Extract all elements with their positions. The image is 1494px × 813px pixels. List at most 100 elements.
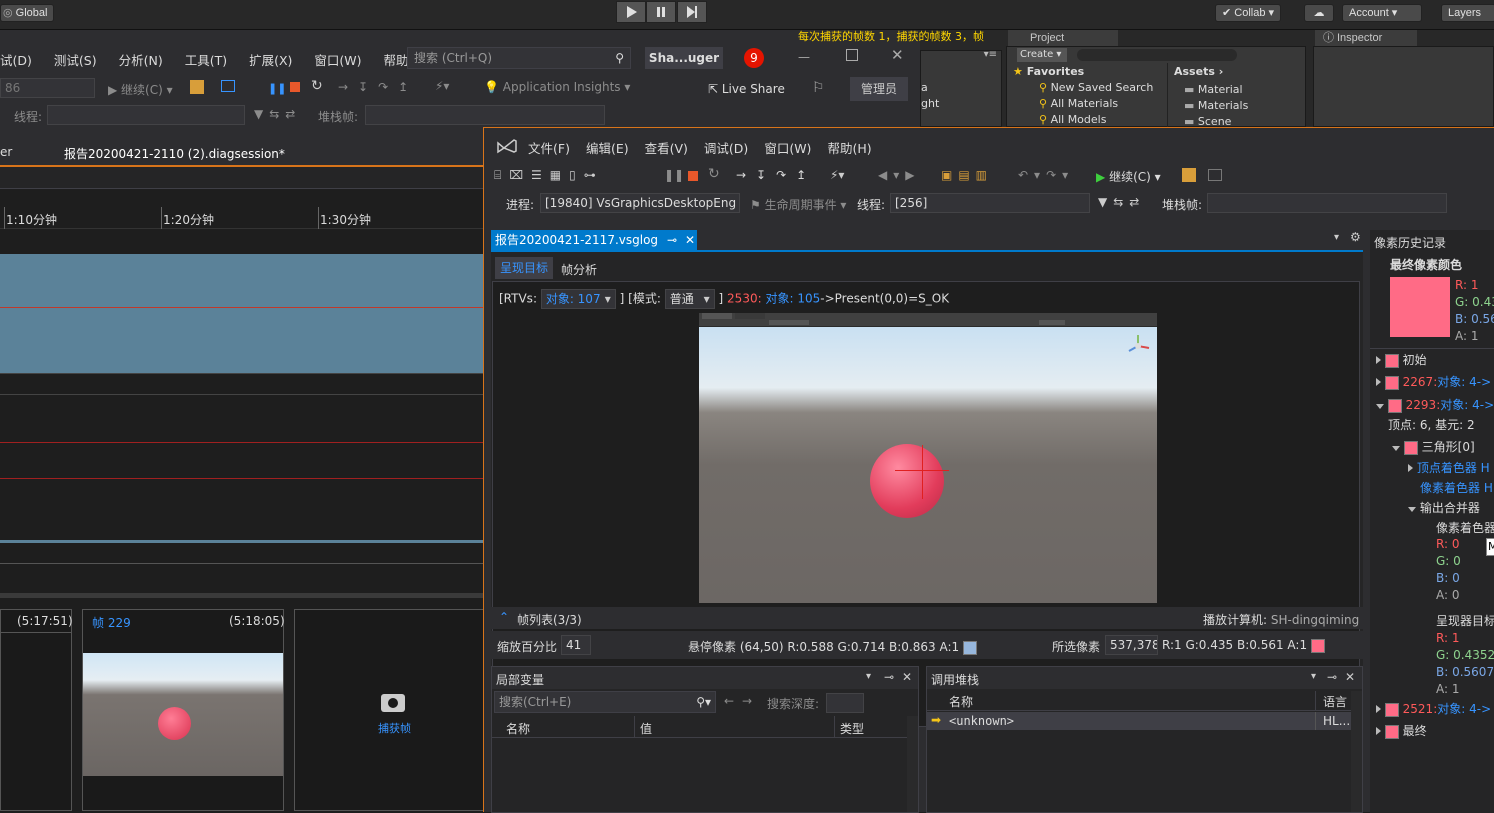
- favorite-item[interactable]: ⚲ New Saved Search: [1039, 81, 1153, 94]
- column-value[interactable]: 值: [640, 720, 652, 737]
- step-button[interactable]: [677, 1, 707, 23]
- scrollbar[interactable]: [1351, 691, 1362, 812]
- hot-reload-icon[interactable]: ⚡▾: [435, 79, 449, 93]
- filter-icons[interactable]: ▼⇆⇄: [1098, 195, 1145, 209]
- stackframe-dropdown[interactable]: [1207, 193, 1447, 213]
- restart-icon[interactable]: ↻: [311, 78, 323, 94]
- event-object[interactable]: 对象: 4->: [1440, 398, 1494, 412]
- rtv-object-dropdown[interactable]: 对象: 107 ▾: [540, 289, 616, 309]
- hot-reload-icon[interactable]: ⚡▾: [830, 168, 844, 182]
- menu-tools[interactable]: 工具(T): [185, 53, 227, 68]
- menu-debug[interactable]: 调试(D): [704, 141, 748, 156]
- chevron-up-icon[interactable]: ⌃: [499, 610, 509, 624]
- open-save-icons[interactable]: ▣▤▥: [941, 168, 993, 182]
- history-final[interactable]: 最终: [1376, 722, 1427, 739]
- continue-button[interactable]: ▶ 继续(C) ▾: [1096, 168, 1161, 185]
- output-merger-node[interactable]: 输出合并器: [1408, 499, 1480, 516]
- create-dropdown[interactable]: Create ▾: [1017, 48, 1067, 62]
- thread-dropdown[interactable]: [47, 105, 245, 125]
- assets-header[interactable]: Assets ›: [1174, 65, 1223, 78]
- global-toggle[interactable]: ◎ Global: [0, 4, 55, 22]
- hierarchy-item[interactable]: a: [921, 81, 928, 94]
- scrollbar[interactable]: [907, 716, 918, 812]
- app-insights-button[interactable]: 💡 Application Insights ▾: [484, 80, 630, 94]
- graphics-toolbar-left[interactable]: ⌸⌧☰▦▯⊶: [494, 168, 604, 183]
- m-box[interactable]: M: [1486, 538, 1494, 556]
- column-language[interactable]: 语言: [1323, 693, 1347, 710]
- stackframe-dropdown[interactable]: [365, 105, 605, 125]
- process-dropdown[interactable]: [19840] VsGraphicsDesktopEng: [540, 193, 740, 213]
- filter-icons[interactable]: ▼⇆⇄: [254, 107, 301, 121]
- event-object[interactable]: 对象: 4->: [1437, 702, 1491, 716]
- restart-icon[interactable]: ↻: [708, 166, 720, 182]
- step-icons[interactable]: →↧↷↥: [338, 80, 418, 94]
- zoom-input[interactable]: 41: [561, 635, 591, 655]
- history-event-2293[interactable]: 2293:对象: 4->: [1376, 396, 1494, 413]
- history-event-2267[interactable]: 2267:对象: 4->: [1376, 373, 1491, 390]
- pause-button[interactable]: [646, 1, 676, 23]
- navigate-icons[interactable]: ◀▾▶: [878, 168, 920, 182]
- menu-debug[interactable]: 试(D): [0, 53, 32, 68]
- tab-dropdown-icon[interactable]: ▾: [1334, 232, 1339, 243]
- dropdown-icon[interactable]: ▾: [1311, 671, 1316, 682]
- pixel-shader-link[interactable]: 像素着色器 H: [1420, 479, 1493, 496]
- play-button[interactable]: [616, 1, 646, 23]
- step-icons[interactable]: →↧↷↥: [736, 168, 816, 182]
- screenshot-icon[interactable]: [221, 80, 235, 92]
- menu-edit[interactable]: 编辑(E): [586, 141, 629, 156]
- account-dropdown[interactable]: Account ▾: [1342, 4, 1422, 22]
- pin-icon[interactable]: ⊸: [1327, 670, 1337, 684]
- tab-frame-analysis[interactable]: 帧分析: [561, 261, 597, 278]
- dropdown-icon[interactable]: ▾: [866, 671, 871, 682]
- vertex-shader-node[interactable]: 顶点着色器 H: [1408, 459, 1490, 476]
- menu-icon[interactable]: ▾≡: [984, 49, 997, 60]
- process-icon[interactable]: [1182, 168, 1196, 182]
- asset-item[interactable]: ▬ Materials: [1184, 99, 1248, 112]
- history-initial[interactable]: 初始: [1376, 351, 1427, 368]
- stop-icon[interactable]: [688, 171, 698, 181]
- menu-help[interactable]: 帮助(H): [827, 141, 871, 156]
- maximize-icon[interactable]: [846, 49, 858, 61]
- nav-arrows[interactable]: ←→: [724, 694, 760, 708]
- layers-dropdown[interactable]: Layers: [1441, 4, 1494, 22]
- column-type[interactable]: 类型: [840, 720, 864, 737]
- pin-icon[interactable]: ⊸: [884, 670, 894, 684]
- tab-left[interactable]: er: [0, 145, 12, 159]
- feedback-icon[interactable]: ⚐: [812, 80, 825, 96]
- locals-search-input[interactable]: 搜索(Ctrl+E) ⚲▾: [494, 691, 716, 713]
- fps-graph[interactable]: [0, 254, 483, 374]
- tab-vsglog[interactable]: 报告20200421-2117.vsglog ⊸ ✕: [491, 230, 697, 250]
- menu-test[interactable]: 测试(S): [54, 53, 97, 68]
- menu-file[interactable]: 文件(F): [528, 141, 570, 156]
- config-dropdown[interactable]: 86: [0, 78, 95, 98]
- break-all-icon[interactable]: ❚❚: [268, 82, 286, 95]
- splitter[interactable]: [0, 593, 483, 598]
- mode-dropdown[interactable]: 普通 ▾: [664, 289, 715, 309]
- screenshot-icon[interactable]: [1208, 169, 1222, 181]
- project-tab[interactable]: Project: [1008, 30, 1118, 46]
- stop-icon[interactable]: [290, 82, 300, 92]
- frame-card-229[interactable]: 帧 229 (5:18:05): [82, 609, 285, 811]
- global-search-input[interactable]: 搜索 (Ctrl+Q) ⚲: [407, 47, 631, 69]
- menu-view[interactable]: 查看(V): [645, 141, 688, 156]
- asset-item[interactable]: ▬ Material: [1184, 83, 1243, 96]
- menu-window[interactable]: 窗口(W): [764, 141, 811, 156]
- render-target-image[interactable]: [699, 313, 1157, 603]
- menu-extensions[interactable]: 扩展(X): [249, 53, 292, 68]
- pin-icon[interactable]: ⊸: [667, 230, 677, 250]
- event-object[interactable]: 对象: 105: [765, 292, 820, 306]
- inspector-tab[interactable]: ⓘ Inspector: [1315, 30, 1417, 46]
- settings-icon[interactable]: ⚙: [1350, 230, 1361, 244]
- undo-redo-icons[interactable]: ↶▾↷▾: [1018, 168, 1074, 182]
- column-name[interactable]: 名称: [506, 720, 530, 737]
- project-search[interactable]: [1077, 49, 1237, 61]
- notification-badge[interactable]: 9: [744, 48, 764, 68]
- selected-pixel-input[interactable]: 537,378: [1105, 635, 1158, 655]
- triangle-node[interactable]: 三角形[0]: [1392, 438, 1475, 455]
- continue-button[interactable]: ▶ 继续(C) ▾: [108, 81, 173, 98]
- favorites-header[interactable]: ★ Favorites: [1013, 65, 1084, 78]
- close-icon[interactable]: ✕: [902, 670, 912, 684]
- favorite-item[interactable]: ⚲ All Materials: [1039, 97, 1118, 110]
- hierarchy-item[interactable]: ght: [921, 97, 939, 110]
- menu-analyze[interactable]: 分析(N): [119, 53, 163, 68]
